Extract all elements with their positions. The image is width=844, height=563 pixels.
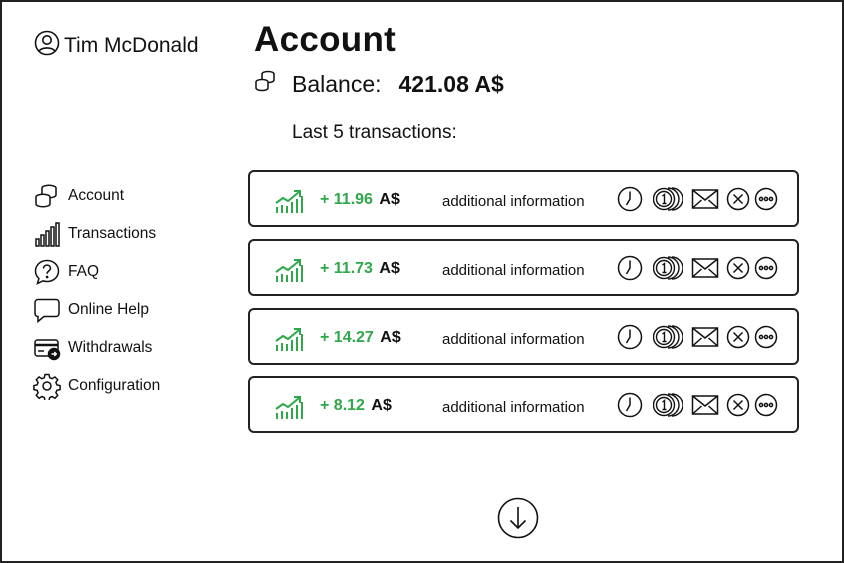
- transaction-row[interactable]: + 11.96 A$ additional information: [248, 170, 799, 227]
- transactions-list: + 11.96 A$ additional information + 11.7…: [248, 170, 799, 445]
- user-profile[interactable]: Tim McDonald: [34, 30, 199, 62]
- mail-icon[interactable]: [691, 394, 719, 416]
- coins-stack-icon: [254, 69, 292, 99]
- trend-up-icon: [274, 392, 304, 420]
- clock-icon[interactable]: [617, 255, 643, 281]
- transaction-info: additional information: [442, 262, 585, 279]
- trend-up-icon: [274, 186, 304, 214]
- sidebar-item-configuration[interactable]: Configuration: [33, 367, 160, 405]
- close-circle-icon[interactable]: [726, 393, 750, 417]
- clock-icon[interactable]: [617, 392, 643, 418]
- mail-icon[interactable]: [691, 326, 719, 348]
- sidebar-item-label: Online Help: [68, 301, 149, 318]
- sidebar-nav: Account Transactions FAQ Online Help Wit…: [33, 177, 160, 405]
- transaction-info: additional information: [442, 331, 585, 348]
- user-icon: [34, 30, 60, 62]
- more-options-icon[interactable]: [754, 325, 778, 349]
- transaction-info: additional information: [442, 399, 585, 416]
- coins-icon[interactable]: [653, 255, 683, 281]
- sidebar-item-label: FAQ: [68, 263, 100, 280]
- trend-up-icon: [274, 324, 304, 352]
- transaction-actions: [617, 392, 778, 418]
- sidebar-item-online-help[interactable]: Online Help: [33, 291, 160, 329]
- sidebar-item-label: Account: [68, 187, 125, 204]
- sidebar-item-label: Configuration: [68, 377, 161, 394]
- more-options-icon[interactable]: [754, 393, 778, 417]
- close-circle-icon[interactable]: [726, 256, 750, 280]
- transaction-row[interactable]: + 14.27 A$ additional information: [248, 308, 799, 365]
- user-name: Tim McDonald: [64, 34, 199, 57]
- balance-row: Balance: 421.08 A$: [254, 69, 504, 99]
- transaction-amount: + 11.73 A$: [320, 260, 400, 277]
- sidebar-item-faq[interactable]: FAQ: [33, 253, 160, 291]
- transaction-row[interactable]: + 8.12 A$ additional information: [248, 376, 799, 433]
- more-options-icon[interactable]: [754, 256, 778, 280]
- transaction-actions: [617, 255, 778, 281]
- sidebar-item-transactions[interactable]: Transactions: [33, 215, 160, 253]
- clock-icon[interactable]: [617, 186, 643, 212]
- close-circle-icon[interactable]: [726, 187, 750, 211]
- bar-chart-icon: [33, 220, 61, 248]
- card-withdraw-icon: [33, 334, 61, 362]
- transaction-actions: [617, 324, 778, 350]
- clock-icon[interactable]: [617, 324, 643, 350]
- coins-icon[interactable]: [653, 186, 683, 212]
- transactions-header: Last 5 transactions:: [292, 122, 457, 143]
- mail-icon[interactable]: [691, 188, 719, 210]
- load-more-button[interactable]: [497, 497, 539, 539]
- gear-icon: [33, 372, 61, 400]
- sidebar-item-label: Withdrawals: [68, 339, 153, 356]
- question-icon: [33, 258, 61, 286]
- transaction-amount: + 11.96 A$: [320, 191, 400, 208]
- close-circle-icon[interactable]: [726, 325, 750, 349]
- balance-label: Balance:: [292, 70, 382, 97]
- more-options-icon[interactable]: [754, 187, 778, 211]
- balance-value: 421.08 A$: [398, 70, 504, 97]
- chat-bubble-icon: [33, 296, 61, 324]
- transaction-amount: + 8.12 A$: [320, 397, 392, 414]
- transaction-amount: + 14.27 A$: [320, 329, 401, 346]
- sidebar-item-withdrawals[interactable]: Withdrawals: [33, 329, 160, 367]
- coins-icon[interactable]: [653, 392, 683, 418]
- trend-up-icon: [274, 255, 304, 283]
- coins-icon[interactable]: [653, 324, 683, 350]
- arrow-down-circle-icon: [497, 497, 539, 543]
- mail-icon[interactable]: [691, 257, 719, 279]
- coins-stack-icon: [33, 182, 61, 210]
- transaction-info: additional information: [442, 193, 585, 210]
- transaction-row[interactable]: + 11.73 A$ additional information: [248, 239, 799, 296]
- sidebar-item-label: Transactions: [68, 225, 157, 242]
- page-title: Account: [254, 20, 397, 59]
- transaction-actions: [617, 186, 778, 212]
- sidebar-item-account[interactable]: Account: [33, 177, 160, 215]
